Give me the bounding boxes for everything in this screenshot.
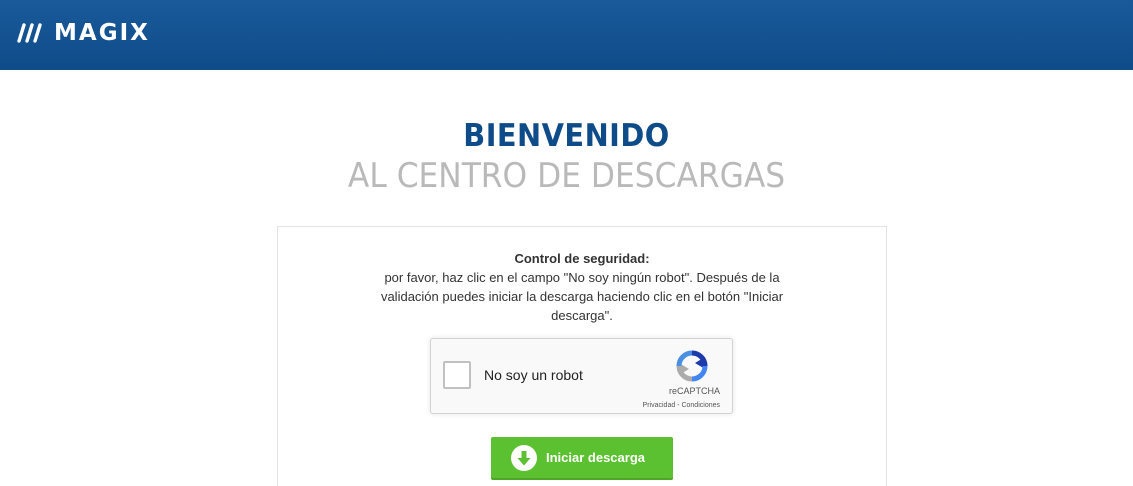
start-download-button[interactable]: Iniciar descarga <box>491 437 673 478</box>
magix-slashes-icon <box>17 23 42 43</box>
recaptcha-links: Privacidad - Condiciones <box>643 402 720 409</box>
recaptcha-label: No soy un robot <box>484 367 583 383</box>
recaptcha-brand: reCAPTCHA <box>668 386 720 396</box>
recaptcha-icon <box>676 350 708 382</box>
download-arrow-icon <box>511 444 537 471</box>
recaptcha-terms-link[interactable]: Condiciones <box>681 402 720 409</box>
recaptcha-privacy-link[interactable]: Privacidad <box>643 402 676 409</box>
page-heading: BIENVENIDO AL CENTRO DE DESCARGAS <box>0 116 1133 196</box>
recaptcha-widget: No soy un robot reCAPTCHA Privacidad - C… <box>430 338 733 414</box>
site-header: MAGIX <box>0 0 1133 70</box>
start-download-label: Iniciar descarga <box>546 450 645 465</box>
page-subtitle: AL CENTRO DE DESCARGAS <box>347 156 786 196</box>
page-title: BIENVENIDO <box>463 118 670 154</box>
logo-text: MAGIX <box>54 20 150 46</box>
magix-logo[interactable]: MAGIX <box>17 19 150 47</box>
security-notice-title: Control de seguridad: <box>514 251 650 266</box>
recaptcha-checkbox[interactable] <box>443 361 471 389</box>
security-notice-body: por favor, haz clic en el campo "No soy … <box>380 270 784 323</box>
download-card: Control de seguridad: por favor, haz cli… <box>277 226 887 486</box>
security-notice: Control de seguridad: por favor, haz cli… <box>278 249 886 325</box>
